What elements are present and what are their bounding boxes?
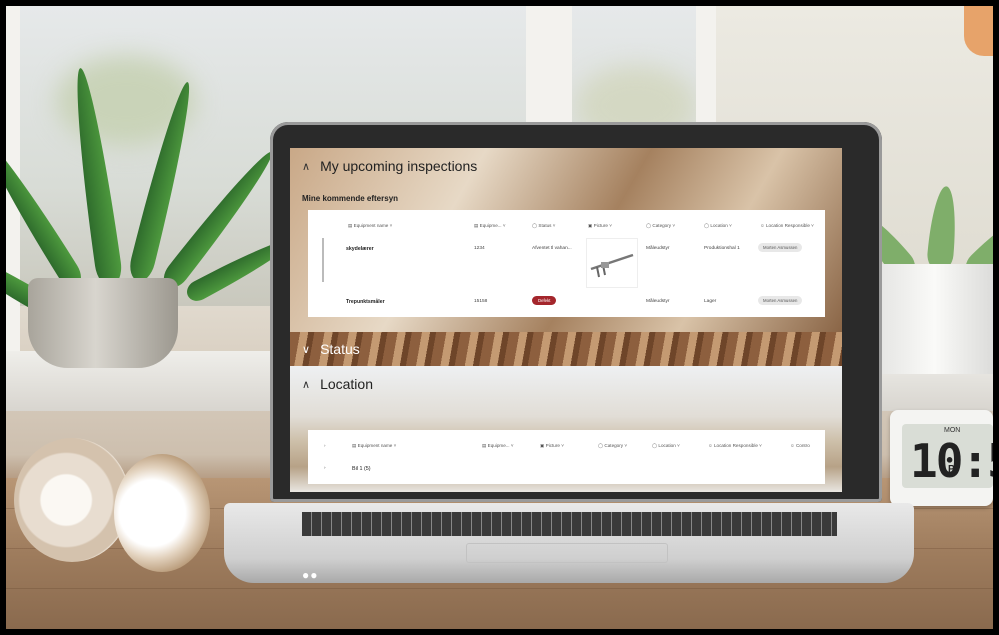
section-upcoming-header[interactable]: ∧ My upcoming inspections [302,158,477,174]
clock-ampm: P [948,464,955,475]
inspections-list: ▤ Equipment name ˅ ▤ Equipme... ˅ ◯ Stat… [308,210,825,317]
chevron-up-icon[interactable]: ∧ [302,160,310,173]
photo-scene: MON 10:5 P ●● ∧ My upcoming inspections … [6,6,993,629]
chevron-up-icon[interactable]: ∧ [302,378,310,391]
location-list: › ▤ Equipment name ˅ ▤ Equipme... ˅ ▣ Pi… [308,430,825,484]
status-badge: Defekt [532,296,557,305]
column-header-equipment-name[interactable]: ▤ Equipment name ˅ [352,443,396,449]
digital-clock: MON 10:5 P [890,410,993,506]
clock-time: 10:5 [910,434,993,488]
cell-status: Afventet tl vahan... [532,246,572,251]
column-header-controller[interactable]: ☺ Contro [790,443,810,448]
expand-all-icon[interactable]: › [324,443,326,448]
chevron-down-icon[interactable]: ∨ [302,343,310,356]
column-header-equipment-id[interactable]: ▤ Equipme... ˅ [482,443,514,449]
cell-equipment-name[interactable]: skydelærer [346,246,374,252]
section-location-header[interactable]: ∧ Location [302,376,373,392]
column-header-location[interactable]: ◯ Location ˅ [652,443,680,449]
chevron-right-icon[interactable]: › [324,466,326,471]
column-header-picture[interactable]: ▣ Picture ˅ [588,223,612,229]
caliper-picture[interactable] [586,238,638,288]
column-header-location[interactable]: ◯ Location ˅ [704,223,732,229]
laptop-indicator-lights: ●● [302,568,319,582]
column-header-location-responsible[interactable]: ☺ Location Responsible ˅ [708,443,762,448]
person-badge[interactable]: Morten Asmussen [758,296,803,305]
lamp-shade [964,6,993,56]
cell-category: Måleudstyr [646,299,670,304]
column-header-category[interactable]: ◯ Category ˅ [646,223,675,229]
caliper-icon [590,253,634,278]
section-title: My upcoming inspections [320,158,478,174]
section-upcoming: ∧ My upcoming inspections Mine kommende … [290,148,842,332]
column-header-equipment-id[interactable]: ▤ Equipme... ˅ [474,223,506,229]
laptop-screen: ∧ My upcoming inspections Mine kommende … [290,148,842,492]
section-status: ∨ Status [290,332,842,366]
column-header-picture[interactable]: ▣ Picture ˅ [540,443,564,449]
section-title: Location [320,376,373,392]
section-title: Status [320,341,360,357]
cell-equipment-id: 1234 [474,246,485,251]
cell-category: Måleudstyr [646,246,670,251]
column-header-location-responsible[interactable]: ☺ Location Responsible ˅ [760,223,814,228]
cell-equipment-name[interactable]: Trepunktsmåler [346,299,385,305]
group-label[interactable]: Bil 1 (5) [352,466,371,472]
laptop-trackpad [466,543,668,563]
cell-location: Produktionshal 1 [704,246,740,251]
section-status-header[interactable]: ∨ Status [302,341,360,357]
cell-equipment-id: 15158 [474,299,488,304]
section-location: ∧ Location › ▤ Equipment name ˅ ▤ Equipm… [290,366,842,492]
column-header-category[interactable]: ◯ Category ˅ [598,443,627,449]
laptop-keyboard [302,512,837,536]
web-part-title: Mine kommende eftersyn [302,194,399,203]
column-header-status[interactable]: ◯ Status ˅ [532,223,555,229]
column-header-equipment-name[interactable]: ▤ Equipment name ˅ [348,223,392,229]
cell-location: Lager [704,299,717,304]
clock-day: MON [944,427,961,434]
person-badge[interactable]: Morten Asmussen [758,243,803,252]
row-indicator [322,238,324,282]
